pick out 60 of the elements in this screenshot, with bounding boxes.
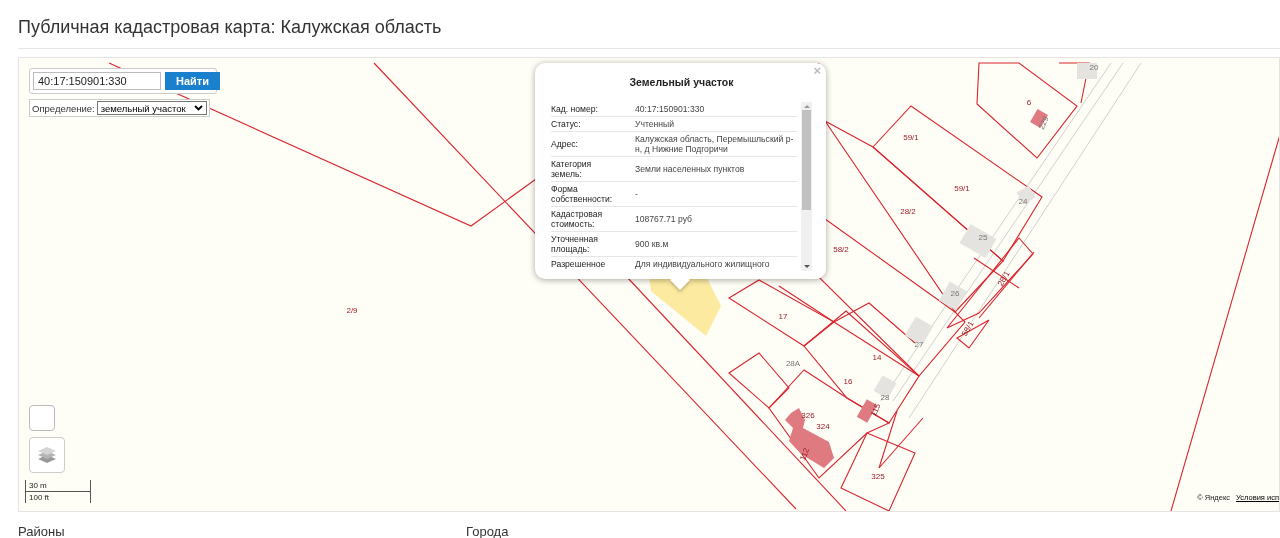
field-value: Учтенный	[635, 119, 676, 129]
map-tool-button[interactable]	[29, 405, 55, 431]
registered-building	[856, 399, 878, 423]
parcel-number: 28А	[785, 359, 801, 368]
field-value: -	[635, 189, 639, 199]
definition-label: Определение:	[32, 102, 95, 114]
field-value: Земли населенных пунктов	[635, 164, 746, 174]
layers-button[interactable]	[29, 437, 65, 473]
parcel-number: 25	[978, 233, 988, 242]
parcel-number: 14	[872, 353, 882, 362]
caret-icon	[193, 105, 203, 111]
field-label: Форма собственности:	[551, 184, 614, 204]
field-label: Кадастровая стоимость:	[551, 209, 604, 229]
parcel-number: 26	[950, 289, 960, 298]
registered-building	[785, 408, 834, 468]
parcel-number: 27	[914, 340, 924, 349]
field-label: Категория земель:	[551, 159, 593, 179]
section-heading: Районы	[18, 525, 66, 538]
scale-label: 30 m	[26, 480, 90, 492]
search-field[interactable]: 40:17:150901:330	[33, 72, 161, 90]
parcel-number: 20	[1089, 63, 1099, 72]
parcel-number: 326	[801, 411, 815, 420]
field-value: 900 кв.м	[635, 239, 670, 249]
parcel-number: 112	[798, 446, 812, 462]
field-label: Разрешенное	[551, 259, 607, 269]
scrollbar[interactable]	[801, 102, 812, 271]
field-label: Статус:	[551, 119, 582, 129]
building	[938, 281, 968, 311]
parcel-number: 59/1	[954, 184, 970, 193]
field-value: 108767.71 руб	[635, 214, 693, 224]
parcel-number: 58/2	[833, 245, 849, 254]
building	[1077, 63, 1097, 79]
field-value: Калужская область, Перемышльский р-н, д Нижние Подгоричи	[635, 134, 795, 154]
find-button[interactable]: Найти	[165, 72, 220, 90]
field-value: Для индивидуального жилищного	[635, 259, 771, 269]
parcel-number: 115	[868, 402, 883, 418]
field-label: Кад. номер:	[551, 104, 599, 114]
layers-icon	[37, 446, 57, 464]
parcel-number: 59/1	[903, 133, 919, 142]
definition-dropdown[interactable]: земельный участок	[96, 101, 207, 115]
parcel-number: 28	[880, 393, 890, 402]
popup-title: Земельный участок	[628, 76, 735, 88]
scale-label: 100 ft	[28, 492, 50, 503]
scroll-down-icon[interactable]	[803, 265, 810, 268]
building	[1016, 185, 1036, 205]
registered-building	[1030, 109, 1048, 128]
parcel-number: 28/2	[900, 207, 916, 216]
page-title: Публичная кадастровая карта: Калужская область	[18, 16, 443, 39]
parcel-number: 324	[816, 422, 830, 431]
parcel-number: 2/9	[346, 306, 358, 315]
field-label: Адрес:	[551, 139, 579, 149]
parcel-number: 325	[871, 472, 885, 481]
parcel-number: 16	[843, 377, 853, 386]
parcel-number: 6	[1026, 98, 1032, 107]
parcel-number: 17	[778, 312, 788, 321]
field-label: Уточненная площадь:	[551, 234, 599, 254]
section-heading: Города	[466, 525, 510, 538]
field-value: 40:17:150901:330	[635, 104, 706, 114]
parcel-number: 24	[1018, 197, 1028, 206]
parcel-number: 229	[1036, 115, 1051, 131]
